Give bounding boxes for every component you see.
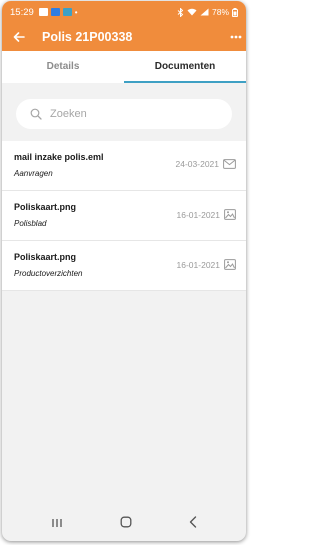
bluetooth-icon: [177, 7, 184, 17]
image-icon: [224, 209, 236, 220]
home-icon: [120, 516, 132, 527]
search-input[interactable]: Zoeken: [16, 99, 232, 129]
page-title: Polis 21P00338: [42, 30, 133, 44]
back-button[interactable]: [2, 32, 36, 42]
app-bar: Polis 21P00338: [2, 23, 246, 51]
document-date: 16-01-2021: [176, 259, 220, 270]
document-category: Aanvragen: [14, 169, 53, 178]
tab-details[interactable]: Details: [2, 51, 124, 83]
battery-icon: [232, 7, 238, 17]
phone-screen: 15:29 • 78% Polis 21P00338 Details Docum…: [2, 1, 246, 541]
list-item[interactable]: mail inzake polis.eml Aanvragen 24-03-20…: [2, 141, 246, 191]
document-date: 16-01-2021: [176, 209, 220, 220]
recent-apps-button[interactable]: [51, 515, 63, 533]
list-item[interactable]: Poliskaart.png Polisblad 16-01-2021: [2, 191, 246, 241]
status-time: 15:29: [10, 6, 34, 18]
system-back-button[interactable]: [189, 515, 197, 533]
status-bar: 15:29 • 78%: [2, 1, 246, 23]
document-category: Productoverzichten: [14, 269, 83, 278]
more-horizontal-icon: [230, 35, 242, 39]
more-options-button[interactable]: [226, 35, 246, 39]
chevron-left-icon: [190, 515, 197, 528]
more-notifications-icon: •: [74, 7, 78, 17]
home-button[interactable]: [120, 515, 132, 533]
search-placeholder: Zoeken: [50, 108, 87, 120]
wifi-icon: [187, 8, 197, 16]
document-category: Polisblad: [14, 219, 47, 228]
search-icon: [30, 108, 42, 120]
battery-percentage: 78%: [211, 7, 229, 17]
gallery-notification-icon: [38, 8, 48, 16]
outlook-notification-icon: [62, 8, 72, 16]
signal-icon: [200, 8, 209, 16]
arrow-left-icon: [13, 32, 25, 42]
document-list: mail inzake polis.eml Aanvragen 24-03-20…: [2, 141, 246, 291]
recent-apps-icon: [52, 518, 62, 527]
system-navigation-bar: [2, 506, 246, 541]
mail-icon: [223, 159, 236, 169]
document-date: 24-03-2021: [175, 159, 219, 169]
tab-bar: Details Documenten: [2, 51, 246, 83]
app-notification-icon: [50, 8, 60, 16]
image-icon: [224, 259, 236, 270]
list-item[interactable]: Poliskaart.png Productoverzichten 16-01-…: [2, 241, 246, 291]
tab-documenten[interactable]: Documenten: [124, 51, 246, 83]
